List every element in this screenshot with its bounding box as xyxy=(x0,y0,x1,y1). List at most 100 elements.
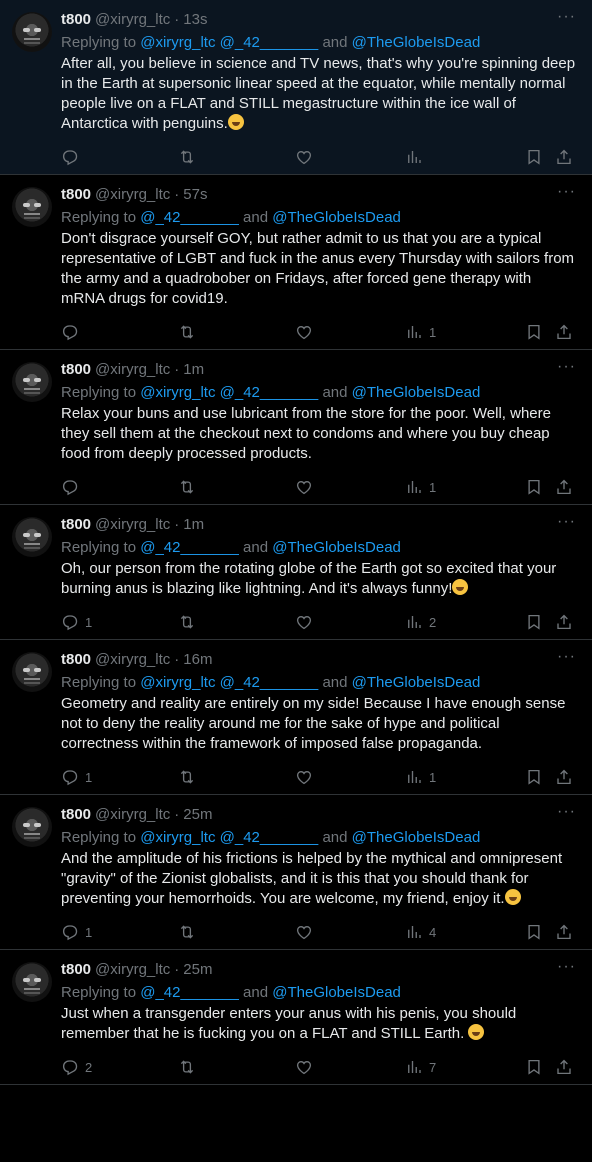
tweet[interactable]: ··· t800 @xiryrg_ltc · 57s Replying to @… xyxy=(0,175,592,350)
reply-button[interactable]: 2 xyxy=(61,1057,178,1077)
more-options-icon[interactable]: ··· xyxy=(557,959,576,975)
display-name[interactable]: t800 xyxy=(61,516,91,533)
share-button[interactable] xyxy=(555,767,573,787)
timestamp[interactable]: 1m xyxy=(183,516,204,533)
repost-button[interactable] xyxy=(178,612,295,632)
bookmark-button[interactable] xyxy=(525,922,543,942)
timestamp[interactable]: 25m xyxy=(183,806,212,823)
bookmark-button[interactable] xyxy=(525,147,543,167)
bookmark-button[interactable] xyxy=(525,477,543,497)
more-options-icon[interactable]: ··· xyxy=(557,804,576,820)
share-button[interactable] xyxy=(555,922,573,942)
share-button[interactable] xyxy=(555,477,573,497)
display-name[interactable]: t800 xyxy=(61,11,91,28)
views-button[interactable]: 1 xyxy=(405,477,525,497)
mention-link[interactable]: @_42_______ xyxy=(140,209,239,226)
views-button[interactable] xyxy=(405,147,525,167)
tweet[interactable]: ··· t800 @xiryrg_ltc · 13s Replying to @… xyxy=(0,0,592,175)
like-button[interactable] xyxy=(295,922,405,942)
mention-link[interactable]: @TheGlobeIsDead xyxy=(352,674,481,691)
tweet[interactable]: ··· t800 @xiryrg_ltc · 1m Replying to @x… xyxy=(0,350,592,505)
display-name[interactable]: t800 xyxy=(61,186,91,203)
avatar[interactable] xyxy=(12,962,52,1002)
mention-link[interactable]: @_42_______ xyxy=(140,984,239,1001)
mention-link[interactable]: @xiryrg_ltc @_42_______ xyxy=(140,384,318,401)
more-options-icon[interactable]: ··· xyxy=(557,649,576,665)
user-handle[interactable]: @xiryrg_ltc xyxy=(95,516,170,533)
like-button[interactable] xyxy=(295,612,405,632)
views-button[interactable]: 1 xyxy=(405,767,525,787)
share-button[interactable] xyxy=(555,612,573,632)
mention-link[interactable]: @xiryrg_ltc @_42_______ xyxy=(140,829,318,846)
reply-button[interactable] xyxy=(61,322,178,342)
tweet[interactable]: ··· t800 @xiryrg_ltc · 25m Replying to @… xyxy=(0,795,592,950)
views-button[interactable]: 1 xyxy=(405,322,525,342)
reply-button[interactable]: 1 xyxy=(61,612,178,632)
mention-link[interactable]: @xiryrg_ltc @_42_______ xyxy=(140,674,318,691)
mention-link[interactable]: @TheGlobeIsDead xyxy=(352,829,481,846)
mention-link[interactable]: @TheGlobeIsDead xyxy=(272,539,401,556)
display-name[interactable]: t800 xyxy=(61,651,91,668)
like-button[interactable] xyxy=(295,477,405,497)
mention-link[interactable]: @TheGlobeIsDead xyxy=(352,34,481,51)
user-handle[interactable]: @xiryrg_ltc xyxy=(95,806,170,823)
bookmark-button[interactable] xyxy=(525,322,543,342)
bookmark-button[interactable] xyxy=(525,612,543,632)
user-handle[interactable]: @xiryrg_ltc xyxy=(95,651,170,668)
mention-link[interactable]: @xiryrg_ltc @_42_______ xyxy=(140,34,318,51)
repost-button[interactable] xyxy=(178,477,295,497)
reply-button[interactable] xyxy=(61,147,178,167)
like-button[interactable] xyxy=(295,147,405,167)
tweet-header: t800 @xiryrg_ltc · 25m xyxy=(61,960,576,978)
avatar[interactable] xyxy=(12,517,52,557)
more-options-icon[interactable]: ··· xyxy=(557,514,576,530)
like-button[interactable] xyxy=(295,322,405,342)
repost-icon xyxy=(180,925,194,939)
reply-button[interactable] xyxy=(61,477,178,497)
repost-button[interactable] xyxy=(178,767,295,787)
avatar[interactable] xyxy=(12,652,52,692)
repost-button[interactable] xyxy=(178,147,295,167)
avatar[interactable] xyxy=(12,362,52,402)
tweet[interactable]: ··· t800 @xiryrg_ltc · 16m Replying to @… xyxy=(0,640,592,795)
display-name[interactable]: t800 xyxy=(61,361,91,378)
timestamp[interactable]: 57s xyxy=(183,186,207,203)
display-name[interactable]: t800 xyxy=(61,961,91,978)
repost-button[interactable] xyxy=(178,922,295,942)
views-button[interactable]: 2 xyxy=(405,612,525,632)
tweet[interactable]: ··· t800 @xiryrg_ltc · 25m Replying to @… xyxy=(0,950,592,1085)
timestamp[interactable]: 13s xyxy=(183,11,207,28)
mention-link[interactable]: @TheGlobeIsDead xyxy=(352,384,481,401)
bookmark-button[interactable] xyxy=(525,767,543,787)
avatar[interactable] xyxy=(12,807,52,847)
tweet[interactable]: ··· t800 @xiryrg_ltc · 1m Replying to @_… xyxy=(0,505,592,640)
user-handle[interactable]: @xiryrg_ltc xyxy=(95,186,170,203)
timestamp[interactable]: 25m xyxy=(183,961,212,978)
repost-button[interactable] xyxy=(178,322,295,342)
user-handle[interactable]: @xiryrg_ltc xyxy=(95,961,170,978)
reply-button[interactable]: 1 xyxy=(61,922,178,942)
views-button[interactable]: 4 xyxy=(405,922,525,942)
mention-link[interactable]: @TheGlobeIsDead xyxy=(272,209,401,226)
user-handle[interactable]: @xiryrg_ltc xyxy=(95,11,170,28)
repost-button[interactable] xyxy=(178,1057,295,1077)
views-button[interactable]: 7 xyxy=(405,1057,525,1077)
like-button[interactable] xyxy=(295,767,405,787)
share-button[interactable] xyxy=(555,147,573,167)
more-options-icon[interactable]: ··· xyxy=(557,184,576,200)
more-options-icon[interactable]: ··· xyxy=(557,359,576,375)
mention-link[interactable]: @_42_______ xyxy=(140,539,239,556)
share-button[interactable] xyxy=(555,322,573,342)
avatar[interactable] xyxy=(12,187,52,227)
timestamp[interactable]: 1m xyxy=(183,361,204,378)
timestamp[interactable]: 16m xyxy=(183,651,212,668)
share-button[interactable] xyxy=(555,1057,573,1077)
reply-button[interactable]: 1 xyxy=(61,767,178,787)
user-handle[interactable]: @xiryrg_ltc xyxy=(95,361,170,378)
bookmark-button[interactable] xyxy=(525,1057,543,1077)
avatar[interactable] xyxy=(12,12,52,52)
like-button[interactable] xyxy=(295,1057,405,1077)
display-name[interactable]: t800 xyxy=(61,806,91,823)
mention-link[interactable]: @TheGlobeIsDead xyxy=(272,984,401,1001)
more-options-icon[interactable]: ··· xyxy=(557,9,576,25)
